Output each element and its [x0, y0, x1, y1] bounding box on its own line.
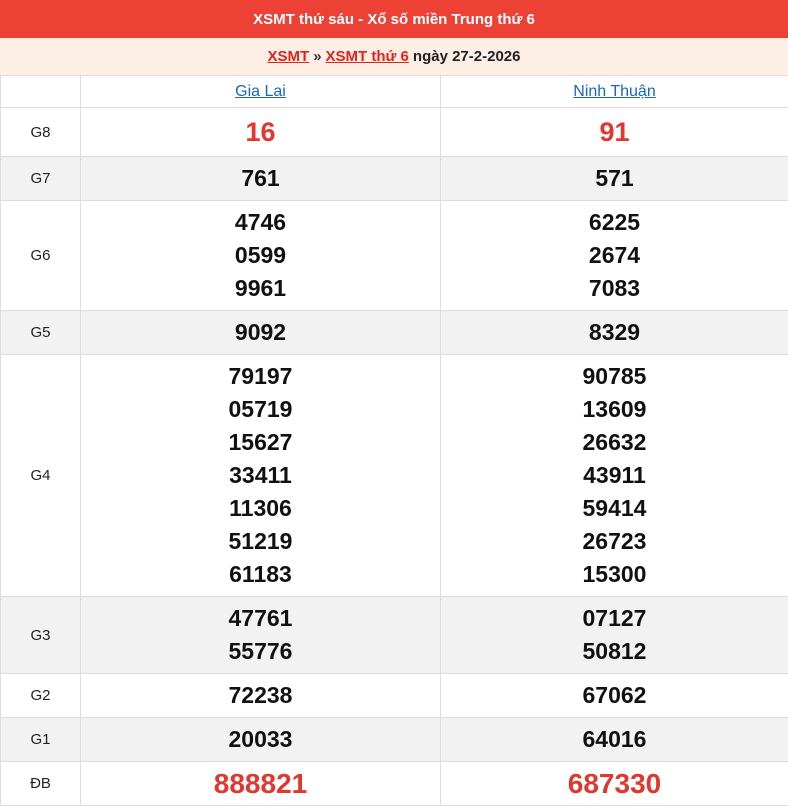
results-table: Gia Lai Ninh Thuận G8 16 91 G7 761 571 G6 4746 0…: [0, 75, 788, 806]
prize-cell-gia-lai: 761: [80, 156, 441, 201]
prize-cell-ninh-thuan: 90785 13609 26632 43911 59414 26723 15300: [440, 354, 788, 597]
prize-number: 888821: [213, 768, 308, 799]
prize-number: 7083: [588, 275, 641, 301]
province-header-gia-lai: Gia Lai: [80, 75, 441, 108]
prize-number: 8329: [588, 319, 641, 345]
prize-number: 33411: [229, 462, 292, 488]
prize-cell-ninh-thuan: 64016: [440, 717, 788, 762]
prize-cell-ninh-thuan: 571: [440, 156, 788, 201]
prize-number: 59414: [582, 495, 647, 521]
prize-number: 55776: [228, 638, 293, 664]
prize-number: 51219: [228, 528, 293, 554]
prize-number: 61183: [229, 561, 292, 587]
prize-number: 4746: [234, 209, 287, 235]
prize-row-g5: G5 9092 8329: [0, 310, 788, 355]
prize-label: G6: [0, 200, 81, 311]
prize-cell-ninh-thuan: 67062: [440, 673, 788, 718]
prize-row-g2: G2 72238 67062: [0, 673, 788, 718]
page-title-bar: XSMT thứ sáu - Xổ số miền Trung thứ 6: [0, 0, 788, 38]
prize-number: 571: [595, 165, 634, 191]
prize-number: 50812: [582, 638, 647, 664]
prize-label: G5: [0, 310, 81, 355]
prize-number: 07127: [582, 605, 647, 631]
prize-cell-gia-lai: 9092: [80, 310, 441, 355]
prize-number: 90785: [582, 363, 647, 389]
prize-number: 43911: [583, 462, 646, 488]
prize-number: 2674: [588, 242, 641, 268]
prize-number: 15300: [582, 561, 647, 587]
prize-row-g1: G1 20033 64016: [0, 717, 788, 762]
prize-cell-ninh-thuan: 91: [440, 107, 788, 157]
prize-number: 11306: [229, 495, 292, 521]
prize-label: G4: [0, 354, 81, 597]
prize-label: G1: [0, 717, 81, 762]
prize-cell-gia-lai: 20033: [80, 717, 441, 762]
prize-number: 15627: [228, 429, 293, 455]
prize-label: G7: [0, 156, 81, 201]
prize-number: 16: [245, 116, 276, 147]
prize-number: 91: [599, 116, 630, 147]
prize-label: ĐB: [0, 761, 81, 806]
prize-cell-gia-lai: 4746 0599 9961: [80, 200, 441, 311]
prize-number: 687330: [567, 768, 662, 799]
prize-number: 05719: [228, 396, 293, 422]
prize-cell-gia-lai: 79197 05719 15627 33411 11306 51219 61183: [80, 354, 441, 597]
prize-number: 67062: [582, 682, 647, 708]
prize-number: 26632: [582, 429, 647, 455]
breadcrumb-date: ngày 27-2-2026: [412, 48, 521, 65]
prize-row-g7: G7 761 571: [0, 156, 788, 201]
prize-label: G2: [0, 673, 81, 718]
province-link-ninh-thuan[interactable]: Ninh Thuận: [573, 83, 655, 100]
prize-row-g3: G3 47761 55776 07127 50812: [0, 596, 788, 674]
prize-number: 64016: [582, 726, 647, 752]
prize-number: 9092: [234, 319, 287, 345]
prize-number: 72238: [228, 682, 293, 708]
province-link-gia-lai[interactable]: Gia Lai: [235, 83, 286, 100]
prize-row-g8: G8 16 91: [0, 107, 788, 157]
prize-cell-gia-lai: 16: [80, 107, 441, 157]
prize-number: 9961: [234, 275, 287, 301]
prize-cell-gia-lai: 47761 55776: [80, 596, 441, 674]
page-title: XSMT thứ sáu - Xổ số miền Trung thứ 6: [253, 10, 535, 28]
prize-cell-ninh-thuan: 6225 2674 7083: [440, 200, 788, 311]
prize-label: G8: [0, 107, 81, 157]
breadcrumb-link-xsmt[interactable]: XSMT: [268, 48, 310, 65]
prize-number: 20033: [228, 726, 293, 752]
province-header-ninh-thuan: Ninh Thuận: [440, 75, 788, 108]
prize-number: 13609: [582, 396, 647, 422]
prize-number: 6225: [588, 209, 641, 235]
prize-cell-gia-lai: 888821: [80, 761, 441, 806]
prize-number: 26723: [582, 528, 647, 554]
table-header-row: Gia Lai Ninh Thuận: [0, 75, 788, 108]
prize-number: 47761: [228, 605, 293, 631]
breadcrumb-link-xsmt-thu-6[interactable]: XSMT thứ 6: [326, 48, 409, 65]
prize-number: 79197: [228, 363, 293, 389]
prize-cell-ninh-thuan: 8329: [440, 310, 788, 355]
prize-number: 0599: [234, 242, 287, 268]
prize-row-g6: G6 4746 0599 9961 6225 2674 7083: [0, 200, 788, 311]
prize-row-g4: G4 79197 05719 15627 33411 11306 51219 61183 907…: [0, 354, 788, 597]
prize-cell-ninh-thuan: 07127 50812: [440, 596, 788, 674]
prize-cell-ninh-thuan: 687330: [440, 761, 788, 806]
prize-number: 761: [241, 165, 280, 191]
prize-cell-gia-lai: 72238: [80, 673, 441, 718]
header-empty-cell: [0, 75, 81, 108]
prize-label: G3: [0, 596, 81, 674]
breadcrumb: XSMT » XSMT thứ 6 ngày 27-2-2026: [0, 38, 788, 75]
prize-row-db: ĐB 888821 687330: [0, 761, 788, 806]
breadcrumb-separator: »: [313, 48, 322, 65]
